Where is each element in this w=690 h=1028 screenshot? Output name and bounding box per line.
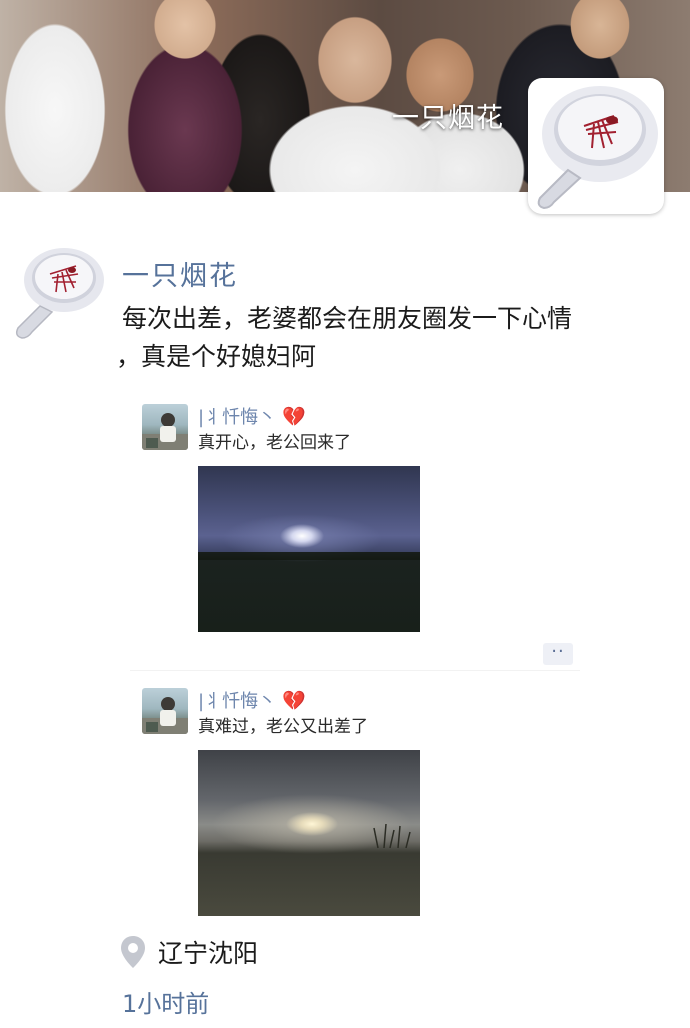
cup-avatar-icon xyxy=(15,248,104,339)
cover-avatar[interactable] xyxy=(528,78,664,214)
cover-username: 一只烟花 xyxy=(392,103,504,134)
location[interactable]: 辽宁沈阳 xyxy=(120,934,258,970)
person-avatar-icon xyxy=(142,697,188,734)
shared-post[interactable]: |丬忏悔丶 💔 真开心，老公回来了 xyxy=(142,404,582,644)
shared-post-author[interactable]: |丬忏悔丶 💔 xyxy=(198,403,306,429)
shared-post-author-label: |丬忏悔丶 xyxy=(198,691,277,712)
post-text-line: 每次出差，老婆都会在朋友圈发一下心情 xyxy=(122,304,573,333)
post-author-avatar[interactable] xyxy=(10,246,106,342)
shared-post-avatar[interactable] xyxy=(142,404,188,450)
person-avatar-icon xyxy=(142,413,188,450)
treeline xyxy=(198,552,420,560)
location-label: 辽宁沈阳 xyxy=(158,939,259,968)
more-options-button[interactable]: ·· xyxy=(543,643,573,665)
shared-post[interactable]: |丬忏悔丶 💔 真难过，老公又出差了 xyxy=(142,688,582,920)
shared-post-author[interactable]: |丬忏悔丶 💔 xyxy=(198,687,306,713)
reeds-icon xyxy=(373,823,411,849)
cloudy-sky-photo[interactable] xyxy=(198,750,420,916)
post-text: 每次出差，老婆都会在朋友圈发一下心情 ，真是个好媳妇阿 xyxy=(116,300,678,376)
cup-avatar-icon xyxy=(537,86,658,210)
moonlit-sky-photo[interactable] xyxy=(198,466,420,632)
shared-post-author-label: |丬忏悔丶 xyxy=(198,407,277,428)
post-text-line: ，真是个好媳妇阿 xyxy=(116,342,317,371)
post-author-name[interactable]: 一只烟花 xyxy=(122,254,238,293)
shared-post-text: 真开心，老公回来了 xyxy=(198,433,351,453)
divider xyxy=(130,670,580,671)
shared-post-avatar[interactable] xyxy=(142,688,188,734)
broken-heart-icon: 💔 xyxy=(282,689,306,712)
broken-heart-icon: 💔 xyxy=(282,405,306,428)
location-pin-icon xyxy=(121,936,145,968)
post-timestamp: 1小时前 xyxy=(122,990,210,1018)
shared-post-text: 真难过，老公又出差了 xyxy=(198,717,368,737)
